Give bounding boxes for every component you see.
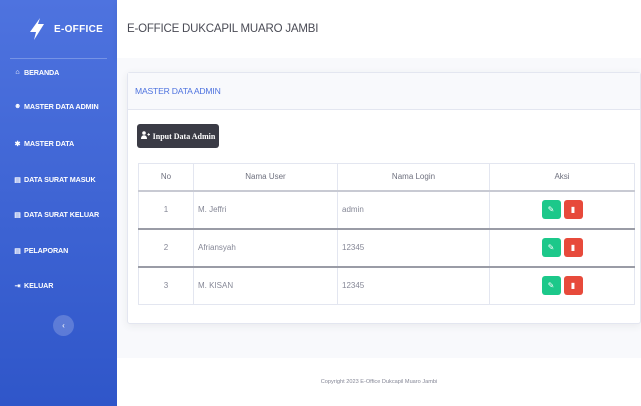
sidebar-item-keluar[interactable]: ⇥ KELUAR [14, 281, 54, 290]
sidebar: E-OFFICE ⌂ BERANDA ☻ MASTER DATA ADMIN ✱… [0, 0, 117, 406]
edit-button[interactable]: ✎ [541, 200, 561, 219]
sidebar-item-label: PELAPORAN [24, 246, 69, 255]
trash-icon: ▮ [570, 281, 576, 291]
cell-no: 2 [138, 228, 194, 268]
cell-aksi: ✎ ▮ [489, 266, 635, 305]
file-icon: ▤ [14, 247, 21, 255]
admin-table: No Nama User Nama Login Aksi 1 M. Jeffri… [138, 163, 635, 305]
copyright-text: Copyright 2023 E-Office Dukcapil Muaro J… [320, 379, 438, 385]
delete-button[interactable]: ▮ [563, 200, 583, 219]
table-row: 3 M. KISAN 12345 ✎ ▮ [138, 266, 635, 305]
footer: Copyright 2023 E-Office Dukcapil Muaro J… [117, 358, 641, 406]
logo-icon [30, 18, 44, 40]
row-actions: ✎ ▮ [541, 200, 583, 219]
table-row: 2 Afriansyah 12345 ✎ ▮ [138, 228, 635, 268]
sign-out-icon: ⇥ [14, 282, 21, 290]
edit-button[interactable]: ✎ [541, 238, 561, 257]
sidebar-item-master-data-admin[interactable]: ☻ MASTER DATA ADMIN [14, 102, 99, 111]
sidebar-item-label: DATA SURAT KELUAR [24, 210, 100, 219]
column-header-nama-login: Nama Login [337, 163, 490, 192]
input-data-admin-label: Input Data Admin [152, 131, 216, 141]
cell-no: 1 [138, 190, 194, 230]
page-title: E-OFFICE DUKCAPIL MUARO JAMBI [127, 23, 319, 35]
trash-icon: ▮ [570, 205, 576, 214]
column-header-aksi: Aksi [489, 163, 635, 192]
sidebar-divider [10, 58, 107, 59]
users-icon: ☻ [14, 103, 22, 110]
sidebar-item-data-surat-keluar[interactable]: ▤ DATA SURAT KELUAR [14, 210, 99, 219]
chevron-left-icon: ‹ [62, 321, 65, 330]
master-data-admin-card: MASTER DATA ADMIN Input Data Admin No Na… [127, 72, 641, 324]
card-header: MASTER DATA ADMIN [128, 73, 640, 110]
cell-no: 3 [138, 266, 194, 305]
trash-icon: ▮ [570, 243, 576, 252]
user-plus-icon [140, 131, 150, 141]
topbar: E-OFFICE DUKCAPIL MUARO JAMBI [117, 0, 641, 58]
cog-icon: ✱ [14, 140, 21, 148]
table-header-row: No Nama User Nama Login Aksi [138, 163, 635, 192]
cell-nama-login: 12345 [337, 266, 490, 305]
cell-nama-login: 12345 [337, 228, 490, 268]
file-icon: ▤ [14, 211, 21, 219]
cell-nama-user: M. KISAN [193, 266, 338, 305]
cell-nama-user: Afriansyah [193, 228, 338, 268]
cell-aksi: ✎ ▮ [489, 228, 635, 268]
sidebar-item-label: MASTER DATA ADMIN [24, 102, 99, 111]
cell-aksi: ✎ ▮ [489, 190, 635, 230]
row-actions: ✎ ▮ [541, 276, 583, 296]
edit-icon: ✎ [547, 281, 555, 291]
card-title: MASTER DATA ADMIN [135, 86, 221, 96]
cell-nama-user: M. Jeffri [193, 190, 338, 230]
main-content: MASTER DATA ADMIN Input Data Admin No Na… [117, 58, 641, 358]
edit-button[interactable]: ✎ [541, 276, 561, 296]
column-header-no: No [138, 163, 194, 192]
sidebar-toggle-button[interactable]: ‹ [53, 315, 74, 336]
file-icon: ▤ [14, 176, 21, 184]
sidebar-brand[interactable]: E-OFFICE [0, 0, 117, 58]
edit-icon: ✎ [547, 205, 555, 214]
sidebar-item-label: DATA SURAT MASUK [24, 175, 96, 184]
sidebar-item-master-data[interactable]: ✱ MASTER DATA [14, 139, 75, 148]
sidebar-item-data-surat-masuk[interactable]: ▤ DATA SURAT MASUK [14, 175, 96, 184]
sidebar-item-label: BERANDA [24, 68, 60, 77]
edit-icon: ✎ [547, 243, 555, 252]
delete-button[interactable]: ▮ [563, 238, 583, 257]
delete-button[interactable]: ▮ [563, 276, 583, 296]
sidebar-item-label: MASTER DATA [24, 139, 75, 148]
sidebar-item-beranda[interactable]: ⌂ BERANDA [14, 68, 59, 77]
input-data-admin-button[interactable]: Input Data Admin [137, 124, 219, 148]
sidebar-item-pelaporan[interactable]: ▤ PELAPORAN [14, 246, 68, 255]
sidebar-item-label: KELUAR [24, 281, 54, 290]
column-header-nama-user: Nama User [193, 163, 338, 192]
row-actions: ✎ ▮ [541, 238, 583, 257]
table-row: 1 M. Jeffri admin ✎ ▮ [138, 190, 635, 230]
home-icon: ⌂ [15, 69, 20, 76]
cell-nama-login: admin [337, 190, 490, 230]
brand-name: E-OFFICE [54, 23, 104, 35]
